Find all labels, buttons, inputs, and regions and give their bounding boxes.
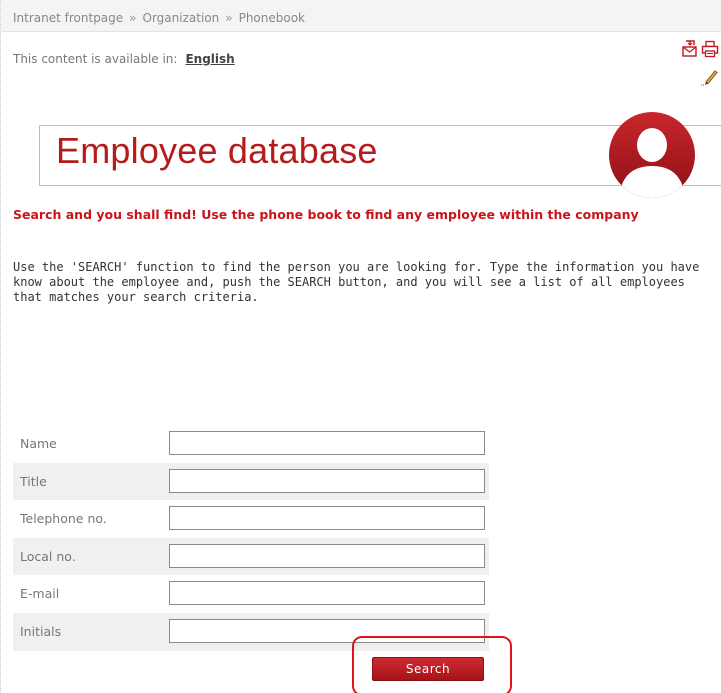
form-row-telephone: Telephone no. [13,500,489,538]
form-row-name: Name [13,425,489,463]
breadcrumb-separator: » [129,11,137,25]
search-button[interactable]: Search [372,657,484,681]
page-title: Employee database [56,130,378,171]
breadcrumb-item-organization[interactable]: Organization [143,11,220,25]
breadcrumb: Intranet frontpage » Organization » Phoneboo… [1,0,721,32]
breadcrumb-separator: » [225,11,233,25]
name-label: Name [20,436,57,451]
local-number-input[interactable] [169,543,485,568]
form-row-email: E-mail [13,575,489,613]
breadcrumb-item-intranet-frontpage[interactable]: Intranet frontpage [13,11,123,25]
telephone-input[interactable] [169,506,485,531]
form-row-title: Title [13,462,489,501]
employee-search-form: Name Title Telephone no. Local no. E-mai… [13,425,489,651]
language-availability: This content is available in: English [13,52,235,66]
email-label: E-mail [20,586,60,602]
print-icon[interactable] [701,40,719,58]
title-label: Title [20,473,47,489]
page-tools [679,40,719,86]
person-avatar-icon [609,112,695,198]
intro-lead: Search and you shall find! Use the phone… [13,207,639,222]
form-row-initials: Initials [13,612,489,651]
local-number-label: Local no. [20,548,76,564]
name-input[interactable] [169,431,485,455]
email-input[interactable] [169,581,485,606]
title-input[interactable] [169,468,485,493]
initials-input[interactable] [169,618,485,643]
form-row-local-number: Local no. [13,537,489,576]
intro-body: Use the 'SEARCH' function to find the pe… [13,260,700,304]
phonebook-page: Intranet frontpage » Organization » Phoneboo… [0,0,721,693]
initials-label: Initials [20,623,62,639]
telephone-label: Telephone no. [20,511,107,527]
send-mail-icon[interactable] [681,40,699,58]
breadcrumb-item-phonebook: Phonebook [238,11,305,25]
language-prefix: This content is available in: [13,52,178,66]
language-link-english[interactable]: English [185,52,234,66]
edit-icon[interactable] [701,68,719,86]
